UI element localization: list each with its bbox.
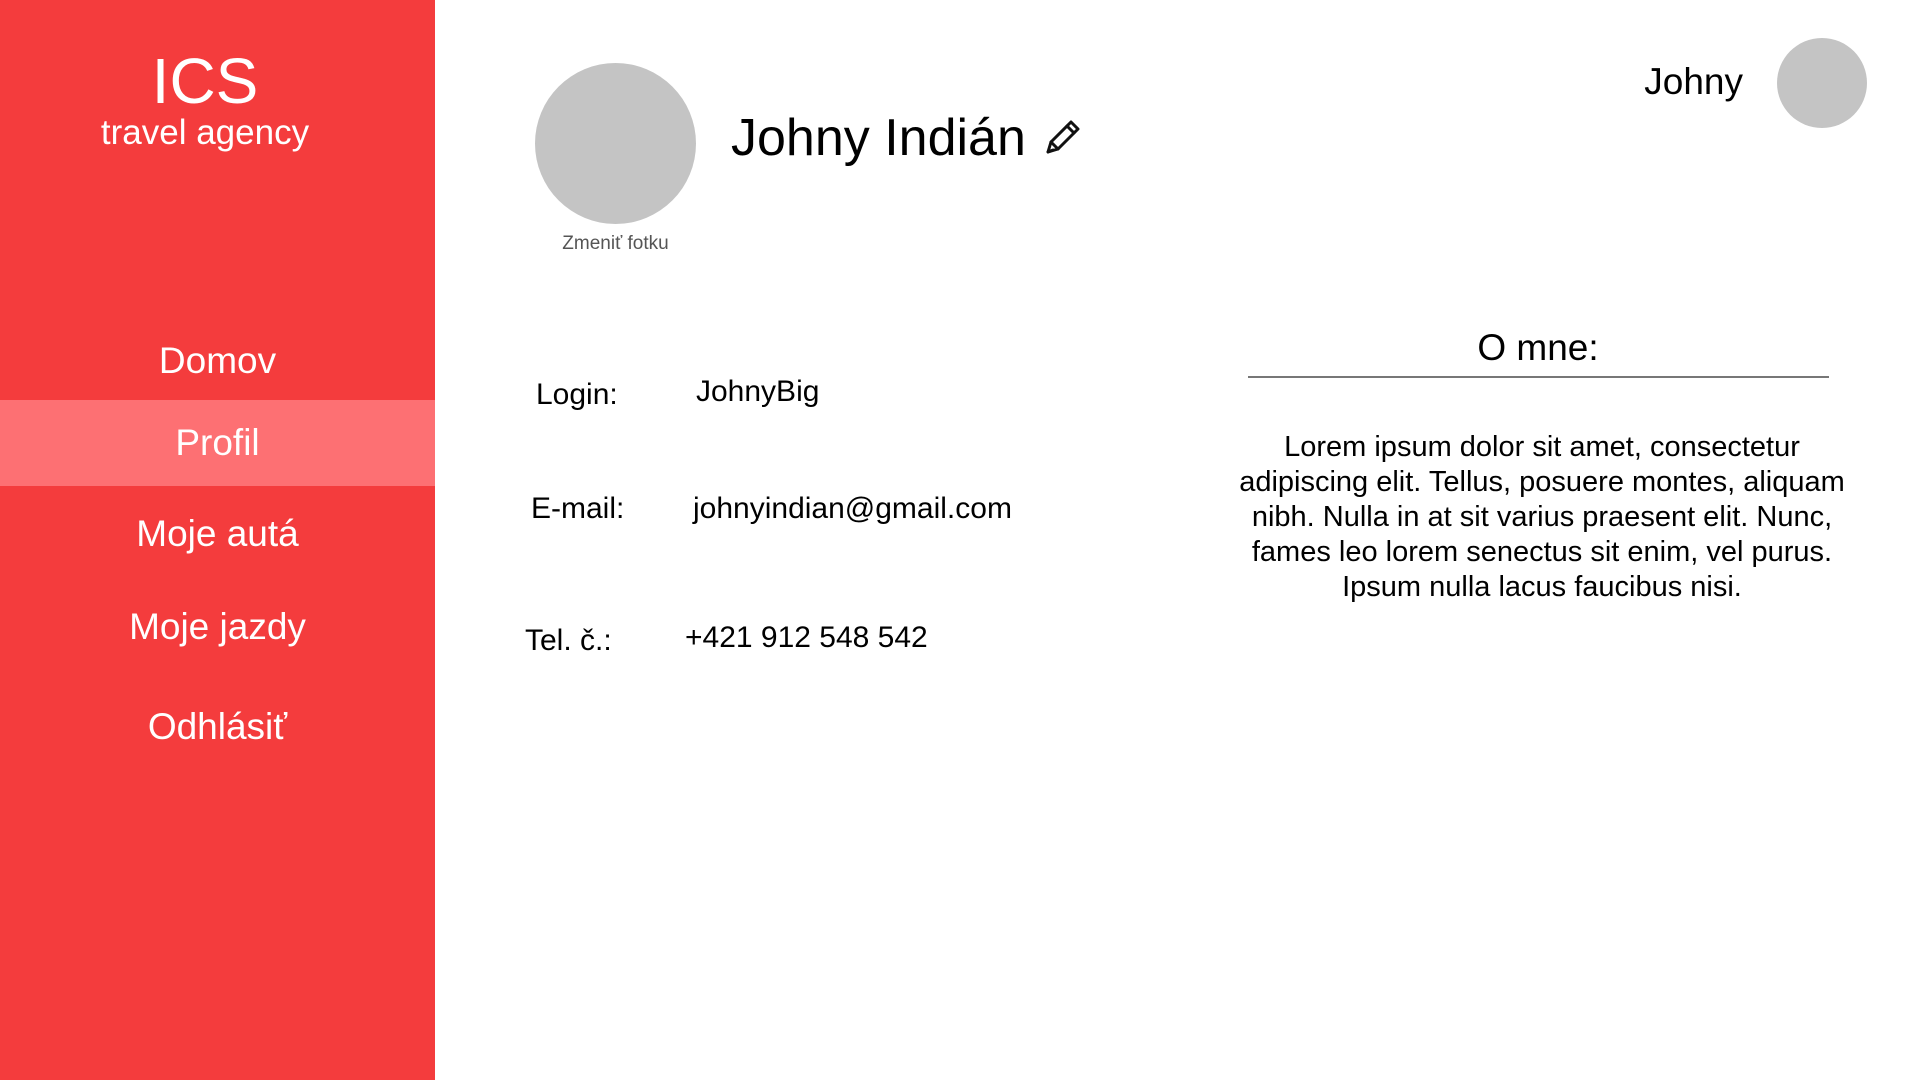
sidebar-item-moje-auta[interactable]: Moje autá	[0, 491, 435, 577]
sidebar-item-label: Profil	[175, 422, 260, 463]
header-user-avatar[interactable]	[1777, 38, 1867, 128]
sidebar-item-label: Moje autá	[136, 513, 299, 554]
sidebar-item-moje-jazdy[interactable]: Moje jazdy	[0, 584, 435, 670]
sidebar-item-profil[interactable]: Profil	[0, 400, 435, 486]
login-value: JohnyBig	[696, 375, 820, 408]
sidebar-item-label: Odhlásiť	[147, 706, 288, 747]
brand-title: ICS	[151, 45, 259, 117]
sidebar-item-odhlasit[interactable]: Odhlásiť	[0, 684, 435, 770]
sidebar: ICS travel agency Domov Profil Moje autá…	[0, 0, 435, 1080]
sidebar-item-label: Domov	[158, 340, 277, 381]
email-label: E-mail:	[531, 492, 625, 525]
pencil-icon[interactable]	[1042, 114, 1086, 158]
login-label: Login:	[536, 378, 618, 411]
phone-label: Tel. č.:	[525, 624, 612, 657]
sidebar-item-label: Moje jazdy	[129, 606, 306, 647]
about-title: O mne:	[1477, 327, 1599, 368]
brand-subtitle: travel agency	[100, 113, 310, 152]
sidebar-item-domov[interactable]: Domov	[0, 318, 435, 404]
profile-name: Johny Indián	[731, 109, 1026, 167]
brand-logo[interactable]: ICS travel agency	[0, 44, 410, 154]
change-photo-link[interactable]: Zmeniť fotku	[535, 233, 696, 255]
header-user-name[interactable]: Johny	[1600, 60, 1743, 104]
phone-value: +421 912 548 542	[685, 621, 928, 654]
about-divider	[1248, 376, 1829, 378]
app-root: ICS travel agency Domov Profil Moje autá…	[0, 0, 1920, 1080]
email-value: johnyindian@gmail.com	[693, 492, 1012, 525]
about-text: Lorem ipsum dolor sit amet, consectetur …	[1239, 431, 1845, 603]
profile-avatar[interactable]	[535, 63, 696, 224]
